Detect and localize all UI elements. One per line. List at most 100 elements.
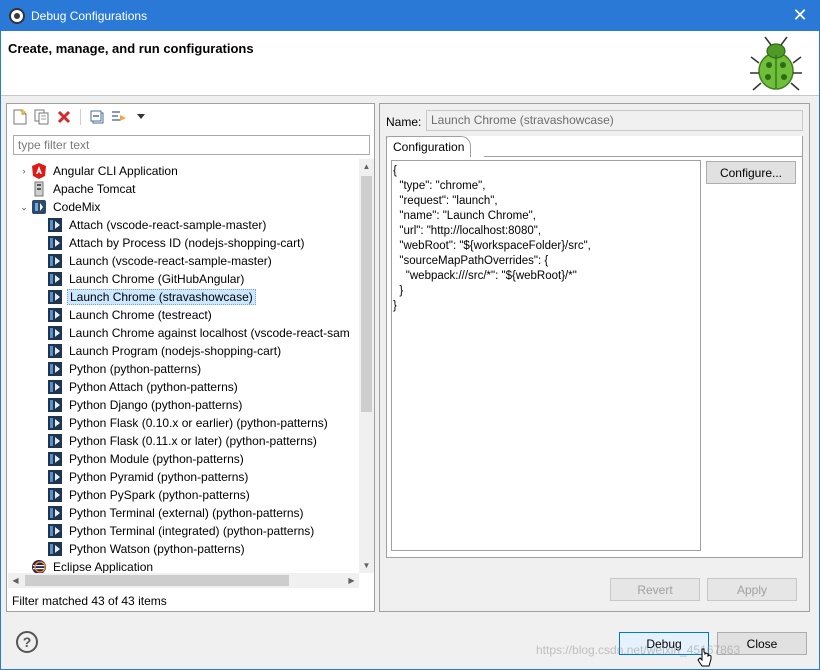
codemix-config-icon — [47, 253, 63, 269]
codemix-config-icon — [47, 217, 63, 233]
tree-item[interactable]: Python Django (python-patterns) — [47, 396, 357, 414]
view-menu-chevron-down-icon[interactable] — [133, 109, 149, 125]
tree-item[interactable]: Launch Chrome (stravashowcase) — [47, 288, 357, 306]
config-editor-panel: Name: Launch Chrome (stravashowcase) Con… — [379, 103, 810, 612]
tree-item-label: Python Flask (0.10.x or earlier) (python… — [69, 416, 328, 430]
tree-item[interactable]: Eclipse Application — [17, 558, 357, 573]
tree-item[interactable]: Python Flask (0.11.x or later) (python-p… — [47, 432, 357, 450]
tree-item[interactable]: Launch (vscode-react-sample-master) — [47, 252, 357, 270]
tree-item-label: Attach (vscode-react-sample-master) — [69, 218, 267, 232]
config-json-editor[interactable]: { "type": "chrome", "request": "launch",… — [391, 160, 701, 551]
horizontal-scroll-thumb[interactable] — [25, 575, 289, 586]
codemix-config-icon — [47, 271, 63, 287]
filter-status-text: Filter matched 43 of 43 items — [12, 594, 167, 608]
codemix-config-icon — [47, 451, 63, 467]
tree-item[interactable]: Python Terminal (integrated) (python-pat… — [47, 522, 357, 540]
tree-item[interactable]: Launch Chrome (GitHubAngular) — [47, 270, 357, 288]
codemix-config-icon — [47, 541, 63, 557]
tree-item-label: Launch Chrome (GitHubAngular) — [69, 272, 245, 286]
tomcat-icon — [31, 181, 47, 197]
eclipse-icon — [31, 559, 47, 573]
codemix-config-icon — [47, 235, 63, 251]
collapse-all-icon[interactable] — [89, 109, 105, 125]
tree-item-label: Apache Tomcat — [53, 182, 136, 196]
tree-item[interactable]: Attach by Process ID (nodejs-shopping-ca… — [47, 234, 357, 252]
expand-chevron-right-icon[interactable]: › — [17, 166, 31, 176]
config-toolbar — [7, 104, 374, 130]
duplicate-config-icon[interactable] — [34, 109, 50, 125]
tree-item[interactable]: Python Terminal (external) (python-patte… — [47, 504, 357, 522]
window-close-button[interactable]: ✕ — [780, 0, 820, 31]
tree-vertical-scrollbar[interactable]: ▲ ▼ — [359, 159, 374, 573]
dialog-header: Create, manage, and run configurations — [1, 31, 819, 96]
tree-item-label: Launch Chrome (testreact) — [69, 308, 212, 322]
configure-button[interactable]: Configure... — [706, 161, 796, 184]
filter-config-icon[interactable] — [111, 109, 127, 125]
codemix-config-icon — [47, 325, 63, 341]
mouse-cursor-icon — [697, 648, 712, 667]
tab-strip-line — [484, 156, 803, 157]
codemix-config-icon — [47, 469, 63, 485]
codemix-config-icon — [47, 433, 63, 449]
tree-item-label: CodeMix — [53, 200, 101, 214]
codemix-config-icon — [47, 343, 63, 359]
codemix-config-icon — [47, 487, 63, 503]
debug-bug-icon — [750, 36, 802, 91]
tree-item-label: Python Module (python-patterns) — [69, 452, 244, 466]
codemix-config-icon — [47, 289, 63, 305]
tree-item-label: Launch Chrome against localhost (vscode-… — [69, 326, 350, 340]
tree-item[interactable]: Launch Chrome against localhost (vscode-… — [47, 324, 357, 342]
tree-item-label: Python Django (python-patterns) — [69, 398, 243, 412]
tree-item[interactable]: Attach (vscode-react-sample-master) — [47, 216, 357, 234]
tree-item[interactable]: Launch Chrome (testreact) — [47, 306, 357, 324]
name-label: Name: — [386, 115, 422, 129]
scroll-left-icon[interactable]: ◀ — [8, 573, 23, 588]
expand-chevron-down-icon[interactable]: ⌄ — [17, 202, 31, 213]
tree-item-label: Python (python-patterns) — [69, 362, 202, 376]
tree-item[interactable]: Launch Program (nodejs-shopping-cart) — [47, 342, 357, 360]
codemix-config-icon — [47, 523, 63, 539]
tree-item[interactable]: Apache Tomcat — [17, 180, 357, 198]
delete-config-icon[interactable] — [56, 109, 72, 125]
tree-item[interactable]: › Angular CLI Application — [17, 162, 357, 180]
tree-item[interactable]: Python PySpark (python-patterns) — [47, 486, 357, 504]
apply-button[interactable]: Apply — [707, 578, 797, 601]
launch-config-tree-panel: › Angular CLI Application Apache Tomcat ⌄ Co… — [6, 103, 375, 612]
codemix-config-icon — [47, 379, 63, 395]
tree-horizontal-scrollbar[interactable]: ◀ ▶ — [8, 573, 359, 588]
codemix-icon — [31, 199, 47, 215]
codemix-config-icon — [47, 397, 63, 413]
vertical-scroll-thumb[interactable] — [361, 176, 372, 412]
help-icon[interactable]: ? — [16, 631, 38, 653]
filter-input[interactable] — [13, 135, 370, 155]
dialog-heading: Create, manage, and run configurations — [8, 41, 254, 56]
codemix-config-icon — [47, 415, 63, 431]
window-title: Debug Configurations — [31, 8, 148, 23]
tree-item-label: Python Flask (0.11.x or later) (python-p… — [69, 434, 317, 448]
scroll-right-icon[interactable]: ▶ — [344, 573, 359, 588]
config-name-field[interactable]: Launch Chrome (stravashowcase) — [426, 110, 803, 131]
toolbar-separator — [80, 109, 81, 125]
scroll-down-icon[interactable]: ▼ — [359, 558, 374, 573]
tree-item[interactable]: Python Flask (0.10.x or earlier) (python… — [47, 414, 357, 432]
codemix-config-icon — [47, 505, 63, 521]
tree-item-label: Python PySpark (python-patterns) — [69, 488, 250, 502]
scroll-up-icon[interactable]: ▲ — [359, 159, 374, 174]
tree-item[interactable]: Python Attach (python-patterns) — [47, 378, 357, 396]
new-config-icon[interactable] — [12, 109, 28, 125]
tree-item-label: Angular CLI Application — [53, 164, 178, 178]
tree-item-label: Launch Chrome (stravashowcase) — [67, 289, 256, 305]
tree-item[interactable]: Python (python-patterns) — [47, 360, 357, 378]
tree-item[interactable]: Python Module (python-patterns) — [47, 450, 357, 468]
tree-item[interactable]: Python Watson (python-patterns) — [47, 540, 357, 558]
eclipse-app-icon — [9, 7, 25, 24]
tree-item[interactable]: Python Pyramid (python-patterns) — [47, 468, 357, 486]
tree-item-label: Python Terminal (external) (python-patte… — [69, 506, 304, 520]
tab-configuration[interactable]: Configuration — [386, 136, 472, 157]
launch-config-tree: › Angular CLI Application Apache Tomcat ⌄ Co… — [8, 159, 357, 573]
tree-item-label: Attach by Process ID (nodejs-shopping-ca… — [69, 236, 305, 250]
tree-item[interactable]: ⌄ CodeMix — [17, 198, 357, 216]
codemix-config-icon — [47, 361, 63, 377]
tree-item-label: Launch (vscode-react-sample-master) — [69, 254, 272, 268]
revert-button[interactable]: Revert — [610, 578, 700, 601]
